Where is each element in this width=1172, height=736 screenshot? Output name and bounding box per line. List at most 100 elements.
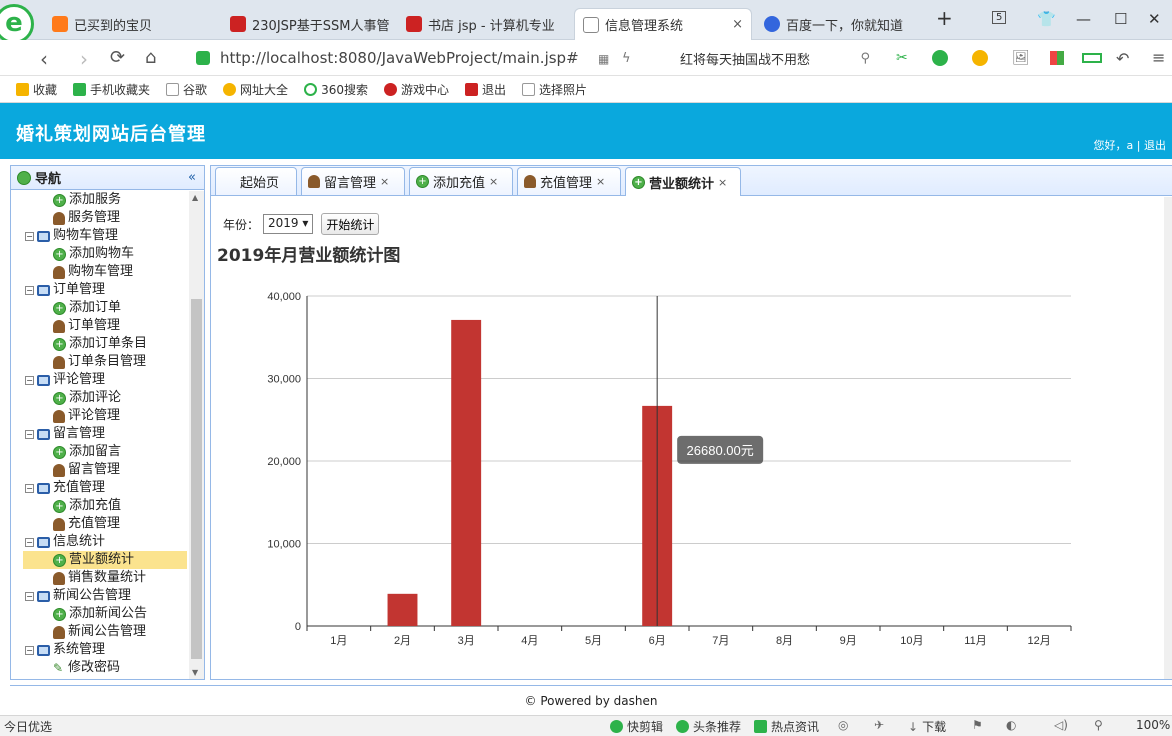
image-icon[interactable]: 🖼 — [1012, 50, 1030, 66]
start-stats-button[interactable]: 开始统计 — [321, 213, 380, 235]
browser-tab[interactable]: 百度一下，你就知道 — [756, 8, 924, 40]
browser-tab[interactable]: 书店 jsp - 计算机专业 — [398, 8, 570, 40]
bookmark-photo[interactable]: 选择照片 — [522, 81, 587, 98]
address-bar[interactable]: http://localhost:8080/JavaWebProject/mai… — [196, 46, 661, 70]
logout-link[interactable]: 退出 — [1144, 139, 1166, 152]
content-tab[interactable]: 起始页 — [215, 167, 297, 195]
home-icon[interactable]: ⌂ — [145, 47, 156, 68]
content-tab[interactable]: 充值管理 × — [517, 167, 621, 195]
coin-icon[interactable] — [972, 50, 988, 66]
status-item[interactable]: 快剪辑 — [610, 718, 663, 735]
close-tab-icon[interactable]: × — [596, 175, 605, 188]
nav-item[interactable]: 购物车管理 — [53, 263, 133, 281]
nav-group[interactable]: − 留言管理 — [25, 425, 105, 443]
search-suggestion[interactable]: 红将每天抽国战不用愁 — [680, 49, 810, 68]
pin-icon[interactable]: ✈ — [874, 718, 884, 732]
flag-icon[interactable]: ⚑ — [972, 718, 983, 732]
speed-icon[interactable]: ◎ — [838, 718, 848, 732]
nav-item[interactable]: + 添加订单条目 — [53, 335, 147, 353]
nav-scrollbar[interactable]: ▲ ▼ — [189, 191, 204, 679]
nav-group[interactable]: − 购物车管理 — [25, 227, 118, 245]
browser-tab[interactable]: 230JSP基于SSM人事管 — [222, 8, 394, 40]
qr-icon[interactable]: ▦ — [598, 52, 609, 66]
scissors-icon[interactable]: ✂ — [896, 50, 908, 66]
bookmark-google[interactable]: 谷歌 — [166, 81, 207, 98]
translate-icon[interactable] — [932, 50, 948, 66]
clean-icon[interactable]: ◐ — [1006, 718, 1016, 732]
search-box[interactable]: 红将每天抽国战不用愁 ⚲ — [680, 46, 870, 70]
nav-group[interactable]: − 充值管理 — [25, 479, 105, 497]
collapse-toggle-icon[interactable]: − — [25, 483, 34, 493]
search-icon[interactable]: ⚲ — [860, 51, 870, 66]
collapse-toggle-icon[interactable]: − — [25, 375, 34, 385]
nav-item[interactable]: ✎ 修改密码 — [53, 659, 120, 677]
nav-item[interactable]: + 添加留言 — [53, 443, 121, 461]
nav-item[interactable]: 留言管理 — [53, 461, 120, 479]
content-tab[interactable]: + 添加充值 × — [409, 167, 513, 195]
zoom-icon[interactable]: ⚲ — [1094, 718, 1103, 732]
collapse-toggle-icon[interactable]: − — [25, 429, 34, 439]
content-tab[interactable]: + 营业额统计 × — [625, 167, 741, 196]
status-item[interactable]: ↓ 下载 — [908, 718, 946, 735]
nav-item[interactable]: 服务管理 — [53, 209, 120, 227]
nav-group[interactable]: − 订单管理 — [25, 281, 105, 299]
browser-logo-icon[interactable]: e — [0, 4, 34, 44]
nav-item[interactable]: + 添加购物车 — [53, 245, 134, 263]
bookmark-exit[interactable]: 退出 — [464, 81, 506, 98]
bookmark-hao[interactable]: 网址大全 — [223, 81, 288, 98]
collapse-toggle-icon[interactable]: − — [25, 285, 34, 295]
tab-count-badge[interactable]: 5 — [992, 11, 1007, 24]
zoom-level[interactable]: 100% — [1136, 718, 1170, 732]
bookmark-games[interactable]: 游戏中心 — [383, 81, 449, 98]
content-scrollbar[interactable] — [1164, 197, 1172, 679]
browser-tab-active[interactable]: 信息管理系统 × — [574, 8, 752, 40]
status-item[interactable]: 头条推荐 — [676, 718, 741, 735]
nav-group[interactable]: − 新闻公告管理 — [25, 587, 131, 605]
close-tab-icon[interactable]: × — [732, 17, 743, 32]
collapse-icon[interactable]: « — [188, 170, 196, 185]
content-tab[interactable]: 留言管理 × — [301, 167, 405, 195]
minimize-icon[interactable]: — — [1076, 10, 1091, 28]
close-tab-icon[interactable]: × — [718, 176, 727, 189]
close-tab-icon[interactable]: × — [380, 175, 389, 188]
close-window-icon[interactable]: ✕ — [1148, 10, 1161, 28]
apps-icon[interactable] — [1050, 51, 1064, 65]
scroll-thumb[interactable] — [191, 299, 202, 659]
nav-item[interactable]: + 添加新闻公告 — [53, 605, 147, 623]
new-tab-button[interactable]: + — [936, 6, 953, 30]
nav-item[interactable]: + 添加订单 — [53, 299, 121, 317]
bookmark-favorites[interactable]: 收藏 — [16, 81, 57, 98]
url-text[interactable]: http://localhost:8080/JavaWebProject/mai… — [220, 49, 579, 67]
nav-group[interactable]: − 信息统计 — [25, 533, 105, 551]
volume-icon[interactable]: ◁) — [1054, 718, 1068, 732]
lightning-icon[interactable]: ϟ — [622, 51, 631, 66]
collapse-toggle-icon[interactable]: − — [25, 537, 34, 547]
shirt-skin-icon[interactable]: 👕 — [1037, 10, 1056, 28]
nav-item[interactable]: 销售数量统计 — [53, 569, 146, 587]
collapse-toggle-icon[interactable]: − — [25, 231, 34, 241]
close-tab-icon[interactable]: × — [489, 175, 498, 188]
battery-icon[interactable] — [1082, 53, 1102, 63]
forward-icon[interactable]: › — [80, 47, 88, 71]
bookmark-mobile[interactable]: 手机收藏夹 — [73, 81, 150, 98]
browser-tab[interactable]: 已买到的宝贝 — [44, 8, 216, 40]
status-item[interactable]: 热点资讯 — [754, 718, 819, 735]
nav-item[interactable]: + 营业额统计 — [23, 551, 187, 569]
nav-item[interactable]: 充值管理 — [53, 515, 120, 533]
nav-item[interactable]: 订单条目管理 — [53, 353, 146, 371]
nav-item[interactable]: + 添加评论 — [53, 389, 121, 407]
nav-item[interactable]: 订单管理 — [53, 317, 120, 335]
nav-item[interactable]: 新闻公告管理 — [53, 623, 146, 641]
bookmark-360[interactable]: 360搜索 — [304, 81, 368, 98]
year-select[interactable]: 2019 ▾ — [263, 214, 314, 234]
menu-icon[interactable]: ≡ — [1152, 48, 1165, 67]
maximize-icon[interactable]: ☐ — [1114, 10, 1127, 28]
back-icon[interactable]: ‹ — [40, 47, 48, 71]
collapse-toggle-icon[interactable]: − — [25, 591, 34, 601]
undo-icon[interactable]: ↶ — [1116, 49, 1129, 68]
nav-group[interactable]: − 评论管理 — [25, 371, 105, 389]
nav-item[interactable]: + 添加服务 — [53, 191, 121, 209]
status-today-pick[interactable]: 今日优选 — [4, 718, 52, 735]
reload-icon[interactable]: ⟳ — [110, 47, 125, 68]
collapse-toggle-icon[interactable]: − — [25, 645, 34, 655]
